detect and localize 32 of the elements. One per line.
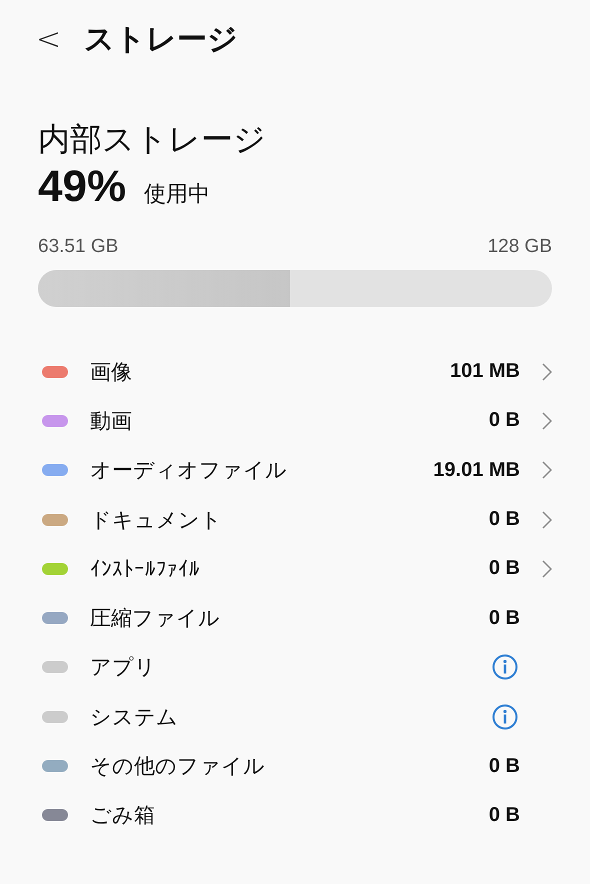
- chevron-icon[interactable]: [542, 461, 552, 480]
- category-size: 0 B: [488, 754, 520, 778]
- total-capacity: 128 GB: [488, 236, 552, 258]
- category-size: 0 B: [488, 508, 520, 532]
- chevron-icon[interactable]: [542, 510, 552, 529]
- category-name: その他のファイル: [90, 753, 266, 780]
- category-name: ドキュメント: [90, 506, 223, 534]
- category-name: システム: [90, 704, 179, 731]
- info-icon[interactable]: [492, 654, 518, 680]
- usage-percent: 49%: [38, 162, 126, 212]
- category-size: 0 B: [488, 606, 520, 630]
- category-size: 101 MB: [450, 360, 520, 384]
- category-size: 0 B: [488, 409, 520, 432]
- info-icon[interactable]: [492, 704, 518, 730]
- category-name: アプリ: [90, 654, 157, 682]
- page-title: ストレージ: [84, 20, 238, 58]
- back-button[interactable]: <: [36, 22, 84, 56]
- category-size: 0 B: [488, 804, 520, 827]
- category-name: オーディオファイル: [90, 457, 288, 484]
- category-size: 19.01 MB: [433, 458, 520, 482]
- chevron-icon[interactable]: [542, 412, 552, 430]
- usage-label: 使用中: [144, 181, 210, 209]
- used-amount: 63.51 GB: [38, 236, 118, 258]
- category-name: 画像: [90, 358, 133, 386]
- category-name: ごみ箱: [90, 802, 156, 830]
- category-name: 動画: [90, 408, 133, 435]
- category-name: 圧縮ファイル: [90, 605, 221, 632]
- chevron-icon[interactable]: [542, 362, 552, 381]
- category-name: ｲﾝｽﾄｰﾙﾌｧｲﾙ: [90, 556, 201, 581]
- storage-title: 内部ストレージ: [38, 119, 267, 160]
- category-size: 0 B: [488, 557, 520, 580]
- chevron-icon[interactable]: [542, 560, 552, 578]
